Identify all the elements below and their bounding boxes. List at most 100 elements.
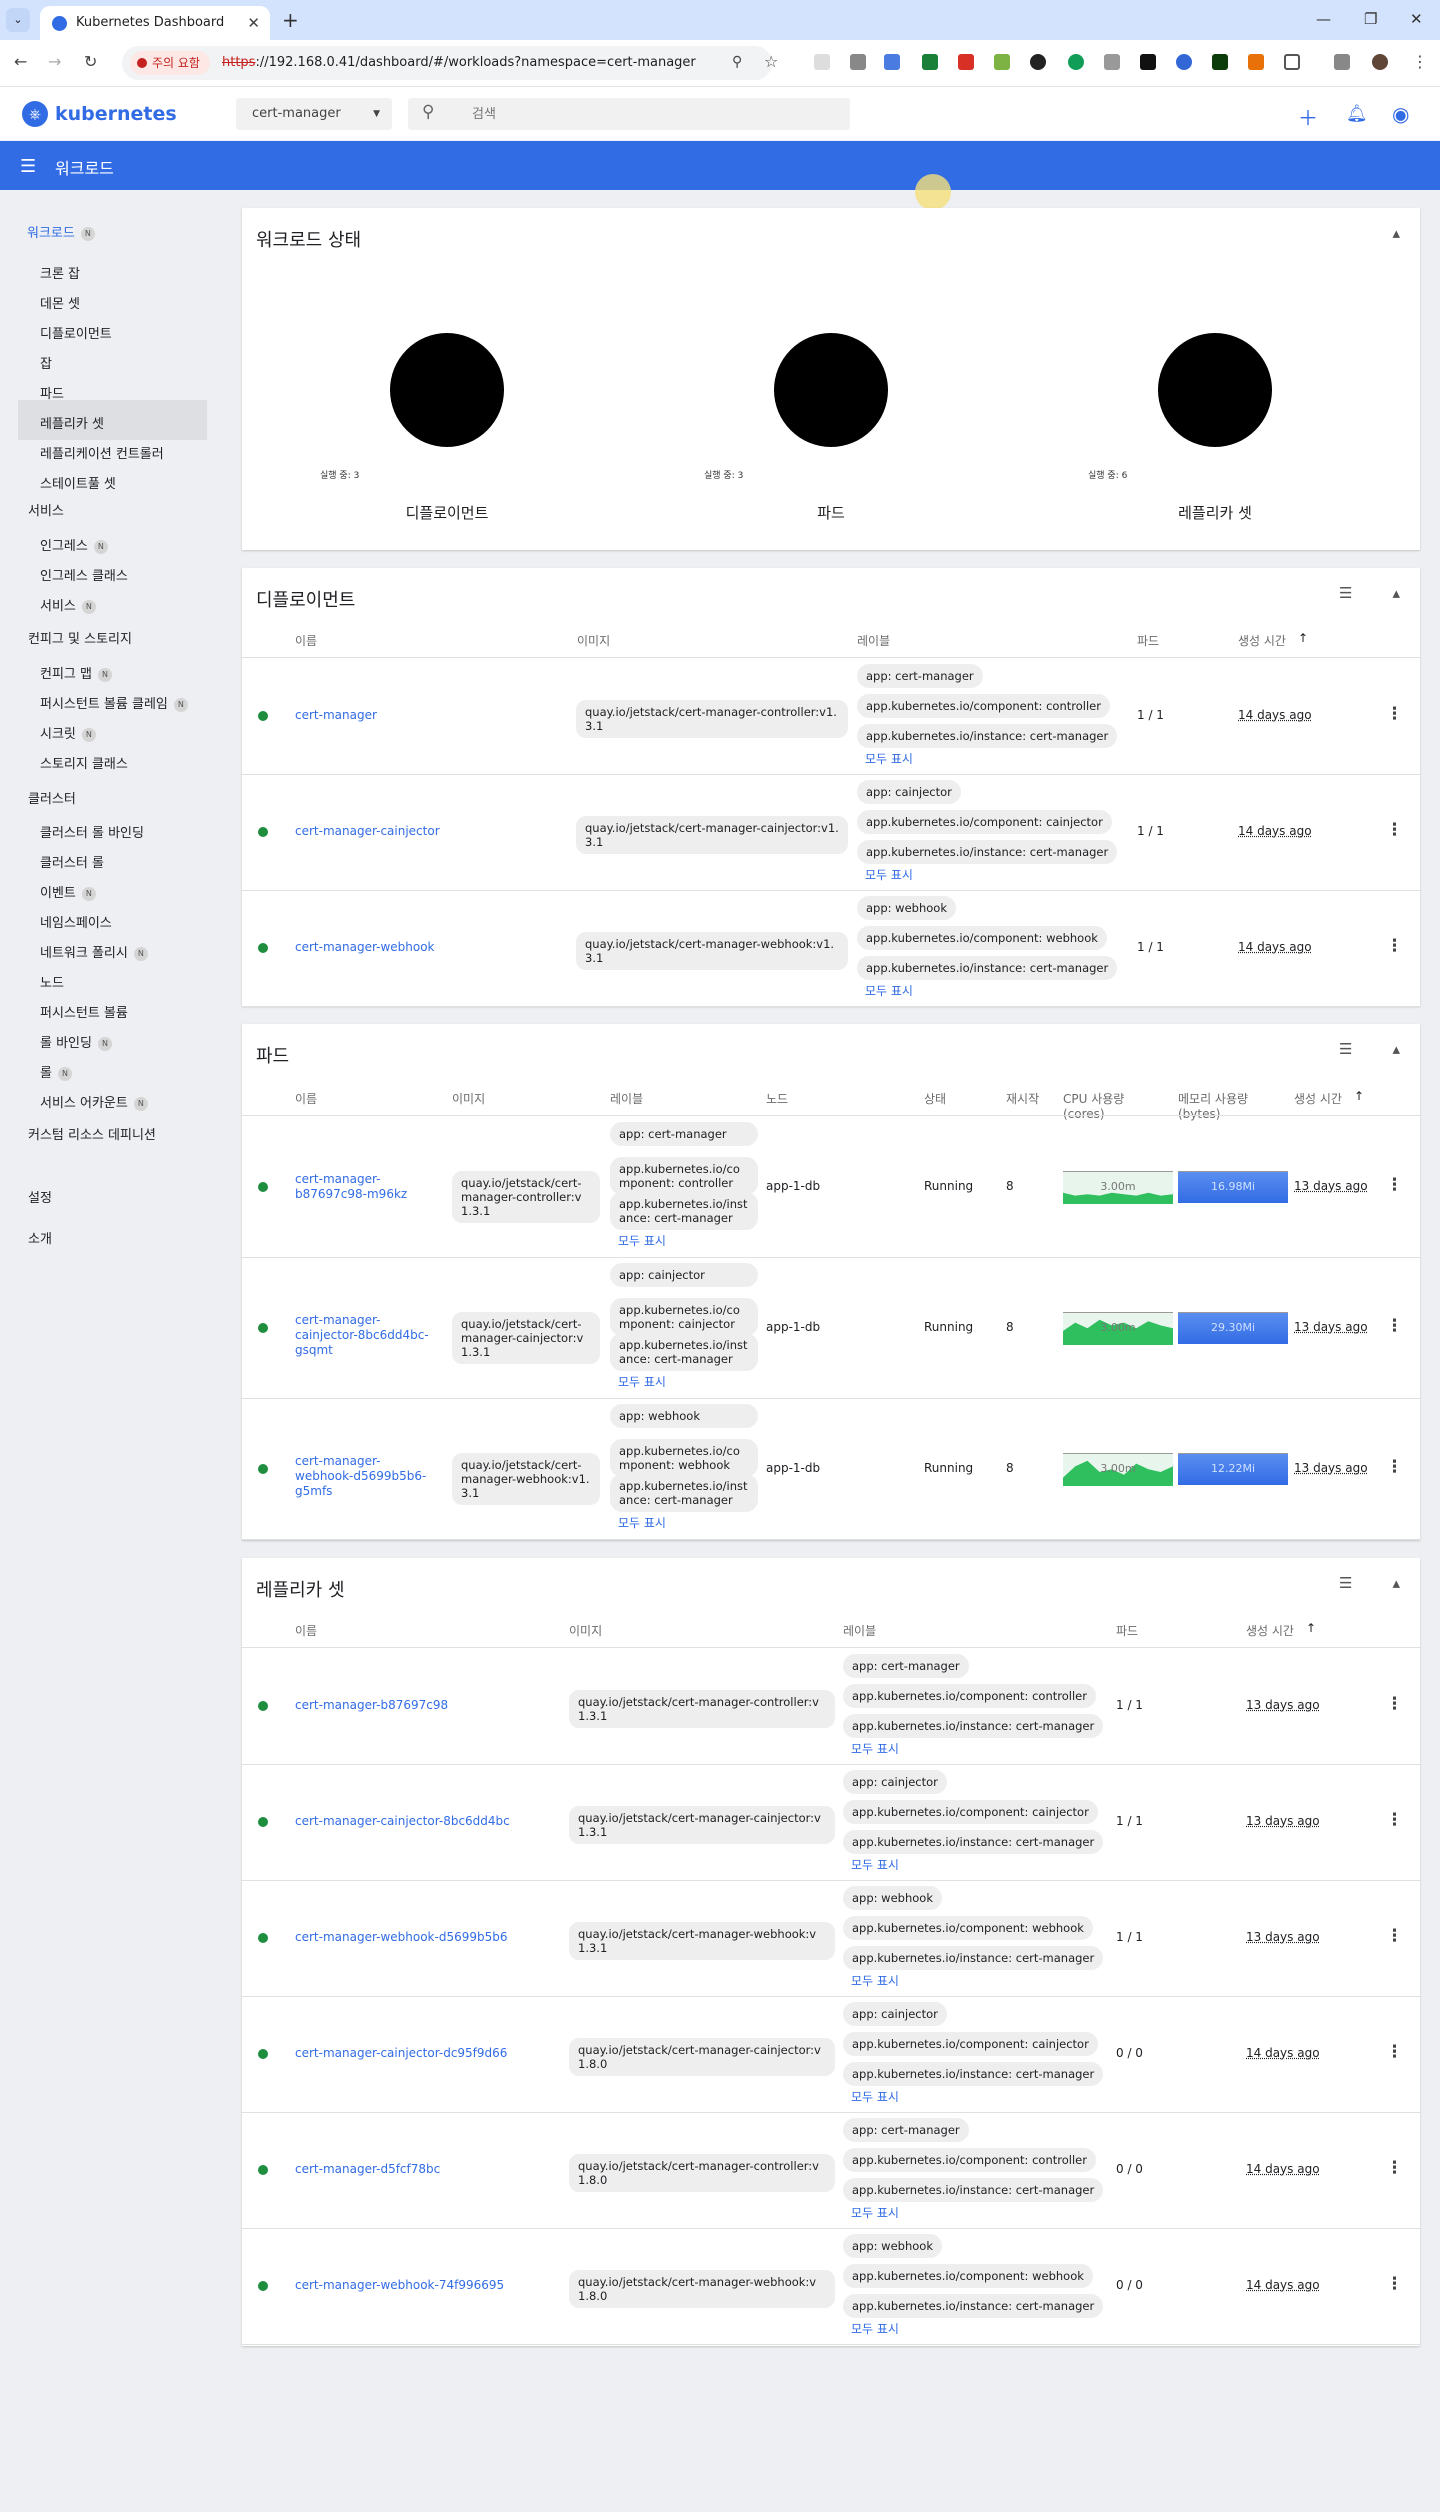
resource-name-link[interactable]: cert-manager [295, 708, 535, 723]
more-actions-icon[interactable]: ⋮ [1386, 936, 1403, 956]
show-all-link[interactable]: 모두 표시 [851, 2206, 899, 2221]
sidebar-item[interactable]: 파드 [40, 383, 64, 402]
sidebar-item[interactable]: 롤 바인딩 N [40, 1032, 112, 1051]
search-input[interactable] [472, 98, 832, 130]
extension-icon[interactable] [1176, 54, 1192, 70]
show-all-link[interactable]: 모두 표시 [618, 1516, 666, 1531]
extension-icon[interactable] [1212, 54, 1228, 70]
column-header[interactable]: 생성 시간 [1238, 632, 1286, 649]
show-all-link[interactable]: 모두 표시 [618, 1234, 666, 1249]
show-all-link[interactable]: 모두 표시 [851, 1858, 899, 1873]
sidebar-item[interactable]: 클러스터 롤 바인딩 [40, 822, 144, 841]
url-text[interactable]: https://192.168.0.41/dashboard/#/workloa… [222, 55, 696, 70]
resource-name-link[interactable]: cert-manager-webhook-d5699b5b6 [295, 1930, 555, 1945]
more-actions-icon[interactable]: ⋮ [1386, 1694, 1403, 1714]
search-box[interactable]: ⚲ [408, 98, 850, 130]
extension-icon[interactable] [850, 54, 866, 70]
more-actions-icon[interactable]: ⋮ [1386, 2274, 1403, 2294]
reload-icon[interactable]: ↻ [84, 52, 97, 71]
show-all-link[interactable]: 모두 표시 [851, 1742, 899, 1757]
brand-name[interactable]: kubernetes [55, 103, 177, 125]
sidebar-panel-icon[interactable] [1334, 54, 1350, 70]
collapse-icon[interactable]: ▴ [1392, 1040, 1400, 1058]
show-all-link[interactable]: 모두 표시 [851, 2322, 899, 2337]
show-all-link[interactable]: 모두 표시 [865, 752, 913, 767]
account-circle-icon[interactable]: ◉ [1392, 102, 1409, 126]
extension-icon[interactable] [922, 54, 938, 70]
more-actions-icon[interactable]: ⋮ [1386, 1457, 1403, 1477]
sidebar-item[interactable]: 데몬 셋 [40, 293, 80, 312]
more-actions-icon[interactable]: ⋮ [1386, 2158, 1403, 2178]
collapse-icon[interactable]: ▴ [1392, 584, 1400, 602]
show-all-link[interactable]: 모두 표시 [618, 1375, 666, 1390]
filter-icon[interactable]: ☰ [1339, 1040, 1352, 1058]
resource-name-link[interactable]: cert-manager-d5fcf78bc [295, 2162, 555, 2177]
filter-icon[interactable]: ☰ [1339, 1574, 1352, 1592]
filter-icon[interactable]: ☰ [1339, 584, 1352, 602]
show-all-link[interactable]: 모두 표시 [851, 2090, 899, 2105]
more-actions-icon[interactable]: ⋮ [1386, 820, 1403, 840]
more-actions-icon[interactable]: ⋮ [1386, 704, 1403, 724]
sidebar-item-label[interactable]: 워크로드 N [27, 222, 95, 241]
sidebar-item[interactable]: 시크릿 N [40, 723, 96, 742]
sidebar-item[interactable]: 레플리케이션 컨트롤러 [40, 443, 164, 462]
sidebar-item[interactable]: 컨피그 맵N [40, 663, 112, 682]
extensions-puzzle-icon[interactable] [1284, 54, 1300, 70]
sort-arrow-up-icon[interactable]: ↑ [1298, 631, 1308, 645]
sidebar-item[interactable]: 노드 [40, 972, 64, 991]
extension-icon[interactable] [1104, 54, 1120, 70]
show-all-link[interactable]: 모두 표시 [865, 984, 913, 999]
sidebar-item[interactable]: 컨피그 및 스토리지 [28, 628, 132, 647]
show-all-link[interactable]: 모두 표시 [865, 868, 913, 883]
bookmark-star-icon[interactable]: ☆ [764, 52, 778, 71]
sidebar-item[interactable]: 클러스터 롤 [40, 852, 104, 871]
more-actions-icon[interactable]: ⋮ [1386, 1926, 1403, 1946]
browser-tab[interactable]: Kubernetes Dashboard ✕ [40, 6, 270, 40]
sidebar-item[interactable]: 네트워크 폴리시 N [40, 942, 148, 961]
sidebar-item[interactable]: 인그레스 클래스 [40, 565, 128, 584]
sidebar-item[interactable]: 퍼시스턴트 볼륨 [40, 1002, 128, 1021]
forward-icon[interactable]: → [48, 52, 61, 71]
column-header[interactable]: 생성 시간 [1246, 1622, 1294, 1639]
resource-name-link[interactable]: cert-manager-webhook-74f996695 [295, 2278, 555, 2293]
sidebar-item[interactable]: 크론 잡 [40, 263, 80, 282]
create-plus-icon[interactable]: ＋ [1298, 102, 1318, 131]
sidebar-item[interactable]: 서비스 [28, 500, 64, 519]
sidebar-item[interactable]: 인그레스 N [40, 535, 108, 554]
sidebar-item[interactable]: 커스텀 리소스 데피니션 [28, 1124, 156, 1143]
new-tab-button[interactable]: + [282, 8, 299, 32]
sidebar-item[interactable]: 스테이트풀 셋 [40, 473, 116, 492]
more-actions-icon[interactable]: ⋮ [1386, 1175, 1403, 1195]
resource-name-link[interactable]: cert-manager-cainjector-8bc6dd4bc [295, 1814, 555, 1829]
translate-extension-icon[interactable] [884, 54, 900, 70]
hamburger-menu-icon[interactable]: ☰ [20, 156, 36, 177]
tab-search-button[interactable]: ⌄ [6, 8, 30, 32]
close-tab-icon[interactable]: ✕ [247, 6, 260, 40]
extension-icon[interactable] [958, 54, 974, 70]
extension-icon[interactable] [1030, 54, 1046, 70]
sidebar-item[interactable]: 스토리지 클래스 [40, 753, 128, 772]
extension-icon[interactable] [1140, 54, 1156, 70]
collapse-icon[interactable]: ▴ [1392, 224, 1400, 242]
minimize-icon[interactable]: — [1316, 10, 1331, 28]
sidebar-item[interactable]: 서비스 N [40, 595, 96, 614]
column-header[interactable]: 생성 시간 [1294, 1090, 1342, 1107]
resource-name-link[interactable]: cert-manager-cainjector [295, 824, 535, 839]
namespace-selector[interactable]: cert-manager ▼ [236, 98, 392, 130]
resource-name-link[interactable]: cert-manager-cainjector-8bc6dd4bc-gsqmt [295, 1313, 435, 1358]
sidebar-item[interactable]: 서비스 어카운트 N [40, 1092, 148, 1111]
sidebar-item[interactable]: 클러스터 [28, 788, 76, 807]
security-warning-chip[interactable]: 주의 요함 [130, 51, 210, 75]
resource-name-link[interactable]: cert-manager-b87697c98-m96kz [295, 1172, 435, 1202]
show-all-link[interactable]: 모두 표시 [851, 1974, 899, 1989]
resource-name-link[interactable]: cert-manager-webhook-d5699b5b6-g5mfs [295, 1454, 435, 1499]
notifications-bell-icon[interactable]: 🔔︎ [1346, 104, 1368, 124]
collapse-icon[interactable]: ▴ [1392, 1574, 1400, 1592]
android-extension-icon[interactable] [994, 54, 1010, 70]
maximize-icon[interactable]: ❐ [1364, 10, 1377, 28]
sidebar-item[interactable]: 이벤트 N [40, 882, 96, 901]
kubernetes-logo-icon[interactable]: ⎈ [22, 101, 48, 127]
sidebar-item[interactable]: 잡 [40, 353, 52, 372]
sidebar-item[interactable]: 네임스페이스 [40, 912, 112, 931]
more-actions-icon[interactable]: ⋮ [1386, 2042, 1403, 2062]
